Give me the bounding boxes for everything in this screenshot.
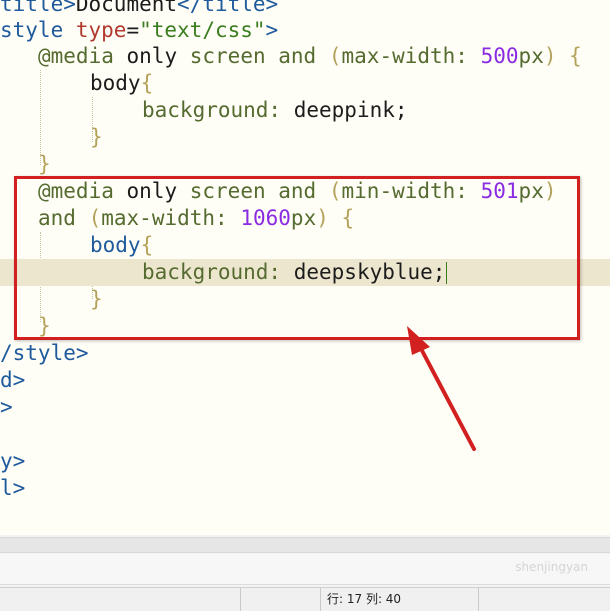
status-divider — [240, 588, 241, 611]
cursor-position: 行: 17 列: 40 — [320, 588, 401, 611]
horizontal-scrollbar[interactable] — [0, 537, 610, 553]
status-bar: 行: 17 列: 40 — [0, 587, 610, 611]
status-divider — [478, 588, 479, 611]
annotation-arrow-icon — [407, 326, 476, 451]
watermark: shenjingyan — [515, 560, 588, 574]
